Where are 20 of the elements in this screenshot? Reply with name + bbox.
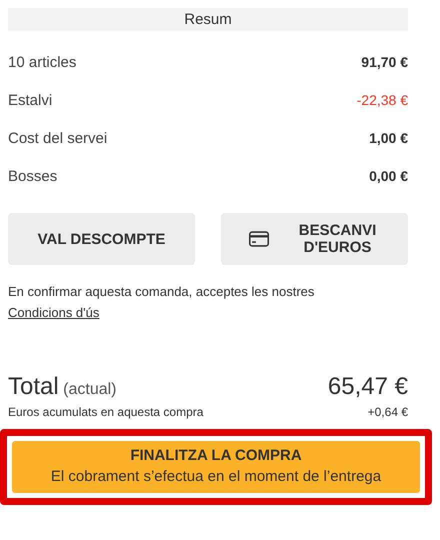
line-label: 10 articles (8, 54, 76, 70)
checkout-button[interactable]: FINALITZA LA COMPRA El cobrament s’efectua en el moment de l’entrega (12, 441, 420, 493)
earned-amount: +0,64 € (368, 405, 408, 419)
line-label: Bosses (8, 168, 58, 184)
total-note: (actual) (63, 381, 117, 398)
discount-button[interactable]: VAL DESCOMPTE (8, 213, 195, 265)
line-amount: 91,70 € (361, 54, 408, 70)
card-icon (248, 231, 268, 247)
line-amount: -22,38 € (356, 92, 408, 108)
total-amount: 65,47 € (328, 373, 408, 401)
earned-label: Euros acumulats en aquesta compra (8, 405, 204, 419)
line-amount: 0,00 € (369, 168, 408, 184)
summary-header: Resum (8, 8, 408, 31)
line-label: Cost del servei (8, 130, 108, 146)
terms-text: En confirmar aquesta comanda, acceptes les nostres Condicions d'ús (8, 281, 408, 323)
line-amount: 1,00 € (369, 130, 408, 146)
exchange-button[interactable]: BESCANVI D'EUROS (221, 213, 408, 265)
terms-link[interactable]: Condicions d'ús (8, 302, 100, 323)
line-label: Estalvi (8, 92, 52, 108)
total-label: Total (8, 373, 59, 400)
